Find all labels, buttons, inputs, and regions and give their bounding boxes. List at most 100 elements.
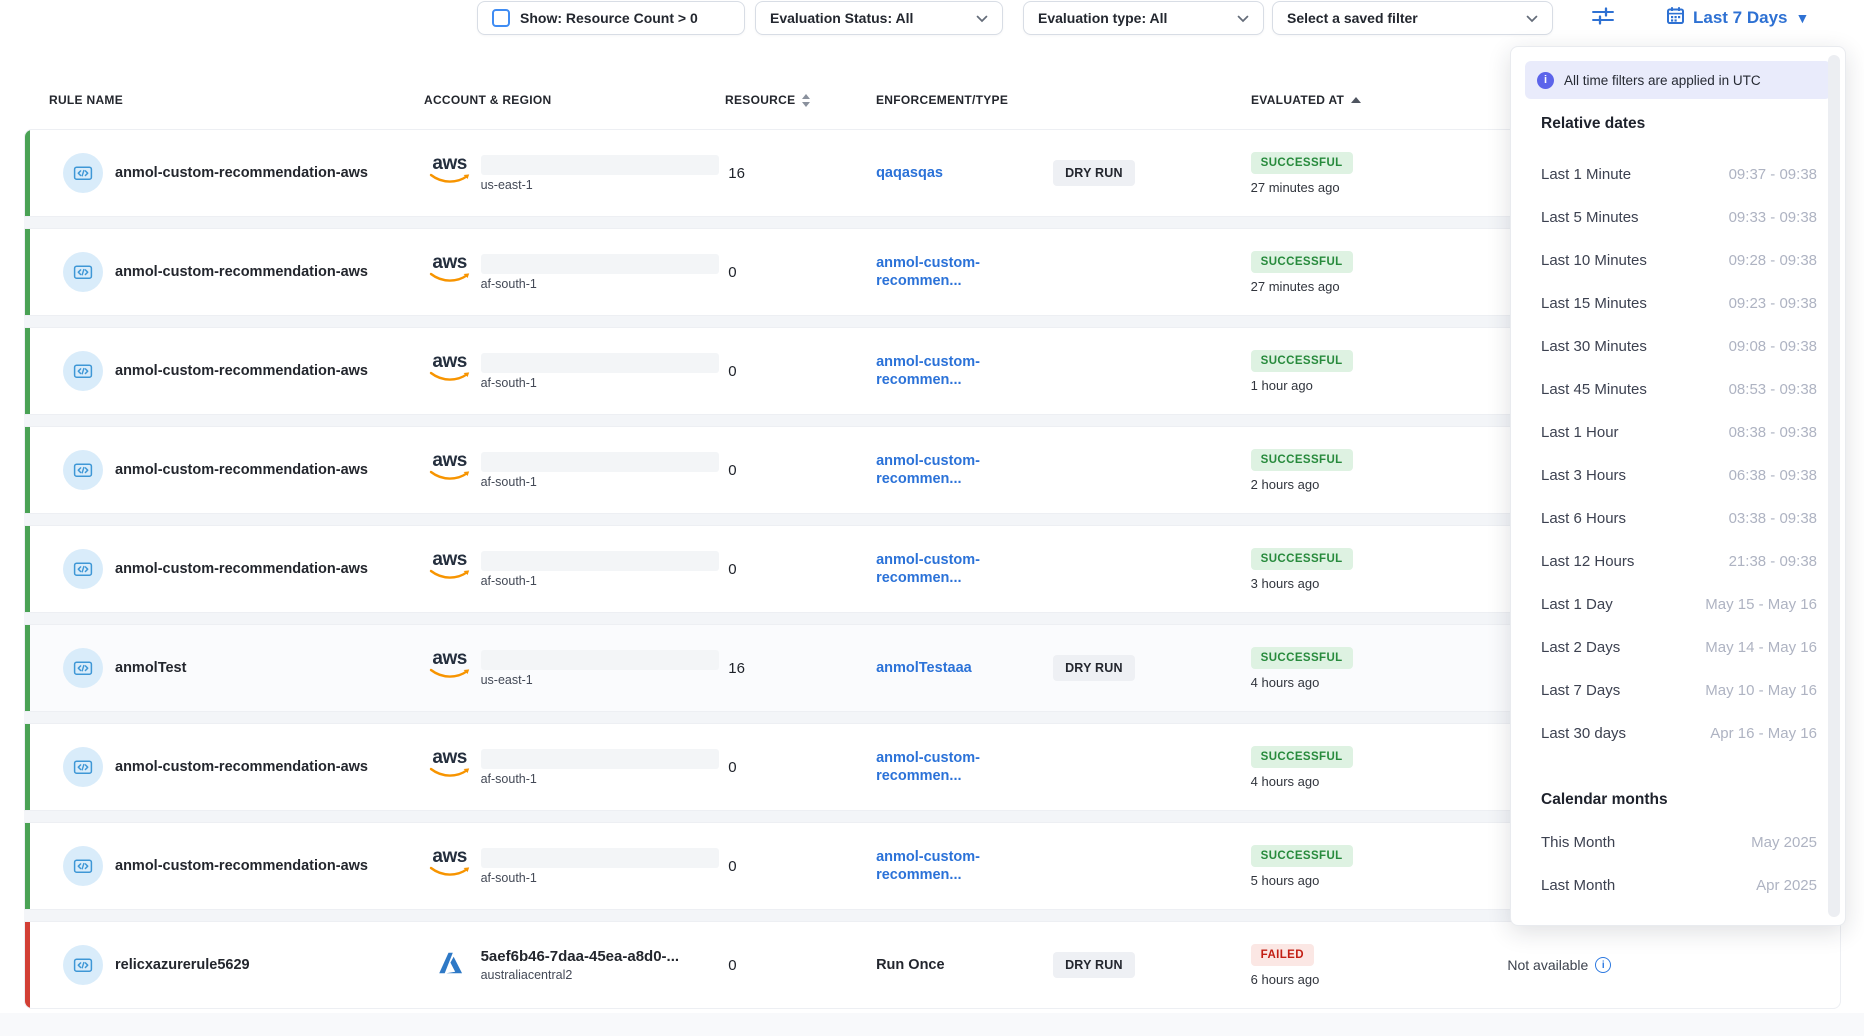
date-range-option[interactable]: Last 1 Day May 15 - May 16 (1511, 583, 1845, 626)
aws-logo-icon: aws (429, 154, 471, 185)
filter-toolbar: Show: Resource Count > 0 Evaluation Stat… (0, 0, 1864, 40)
rule-name: relicxazurerule5629 (115, 957, 250, 973)
option-value: Apr 2025 (1756, 877, 1817, 894)
date-range-option[interactable]: Last 15 Minutes 09:23 - 09:38 (1511, 282, 1845, 325)
aws-logo-icon: aws (429, 649, 471, 680)
column-resource[interactable]: RESOURCE (725, 93, 876, 107)
date-range-option[interactable]: This Month May 2025 (1511, 821, 1845, 864)
option-value: 06:38 - 09:38 (1729, 467, 1817, 484)
scrollbar-track[interactable] (1828, 55, 1840, 917)
saved-filter-select[interactable]: Select a saved filter (1272, 1, 1553, 35)
chevron-down-icon (1237, 10, 1249, 26)
date-range-option[interactable]: Last 30 Minutes 09:08 - 09:38 (1511, 325, 1845, 368)
account-redacted-bar (481, 155, 719, 175)
option-value: 03:38 - 09:38 (1729, 510, 1817, 527)
status-stripe (25, 229, 30, 315)
option-label: Last 2 Days (1541, 639, 1620, 656)
option-label: Last 30 days (1541, 725, 1626, 742)
aws-logo-icon: aws (429, 451, 471, 482)
rule-name: anmol-custom-recommendation-aws (115, 561, 368, 577)
enforcement-link[interactable]: anmol-custom-recommen... (876, 750, 980, 784)
account-redacted-bar (481, 452, 719, 472)
option-value: 21:38 - 09:38 (1729, 553, 1817, 570)
option-value: May 15 - May 16 (1705, 596, 1817, 613)
column-rule-name: RULE NAME (24, 93, 424, 107)
info-icon[interactable]: i (1595, 957, 1611, 973)
rule-icon (63, 252, 103, 292)
option-label: Last 30 Minutes (1541, 338, 1647, 355)
status-badge: SUCCESSFUL (1251, 548, 1353, 570)
status-badge: SUCCESSFUL (1251, 647, 1353, 669)
date-range-option[interactable]: Last 6 Hours 03:38 - 09:38 (1511, 497, 1845, 540)
status-stripe (25, 526, 30, 612)
enforcement-link[interactable]: anmol-custom-recommen... (876, 849, 980, 883)
option-label: Last Month (1541, 877, 1615, 894)
enforcement-link: Run Once (876, 957, 944, 973)
resource-count: 0 (728, 363, 736, 380)
date-range-menu: i All time filters are applied in UTC Re… (1510, 46, 1846, 926)
region-label: us-east-1 (481, 178, 719, 192)
date-range-option[interactable]: Last 5 Minutes 09:33 - 09:38 (1511, 196, 1845, 239)
enforcement-link[interactable]: anmol-custom-recommen... (876, 255, 980, 289)
option-label: Last 15 Minutes (1541, 295, 1647, 312)
date-range-option[interactable]: Last 1 Hour 08:38 - 09:38 (1511, 411, 1845, 454)
option-value: 09:28 - 09:38 (1729, 252, 1817, 269)
advanced-filters-button[interactable] (1588, 5, 1618, 31)
azure-logo-icon (436, 951, 464, 980)
relative-dates-heading: Relative dates (1541, 115, 1845, 137)
date-range-option[interactable]: Last 10 Minutes 09:28 - 09:38 (1511, 239, 1845, 282)
rule-name: anmolTest (115, 660, 186, 676)
status-stripe (25, 427, 30, 513)
option-value: Apr 16 - May 16 (1710, 725, 1817, 742)
date-range-option[interactable]: Last 3 Hours 06:38 - 09:38 (1511, 454, 1845, 497)
column-evaluated-at[interactable]: EVALUATED AT (1251, 93, 1508, 107)
resource-count: 16 (728, 165, 745, 182)
table-row[interactable]: relicxazurerule5629 aws (24, 921, 1841, 1009)
date-range-option[interactable]: Last Month Apr 2025 (1511, 864, 1845, 907)
evaluation-type-select[interactable]: Evaluation type: All (1023, 1, 1264, 35)
date-range-option[interactable]: Last 7 Days May 10 - May 16 (1511, 669, 1845, 712)
date-range-option[interactable]: Last 45 Minutes 08:53 - 09:38 (1511, 368, 1845, 411)
resource-count-checkbox[interactable] (492, 9, 510, 27)
enforcement-link[interactable]: anmol-custom-recommen... (876, 453, 980, 487)
status-stripe (25, 922, 30, 1008)
evaluated-time: 27 minutes ago (1251, 180, 1340, 195)
date-range-option[interactable]: Last 30 days Apr 16 - May 16 (1511, 712, 1845, 755)
rule-name: anmol-custom-recommendation-aws (115, 264, 368, 280)
evaluated-time: 6 hours ago (1251, 972, 1320, 987)
date-range-option[interactable]: Last 12 Hours 21:38 - 09:38 (1511, 540, 1845, 583)
evaluation-status-select[interactable]: Evaluation Status: All (755, 1, 1003, 35)
region-label: af-south-1 (481, 574, 719, 588)
date-range-option[interactable]: Last 1 Minute 09:37 - 09:38 (1511, 153, 1845, 196)
option-value: 08:53 - 09:38 (1729, 381, 1817, 398)
date-range-button[interactable]: Last 7 Days ▼ (1666, 3, 1809, 33)
option-value: 09:33 - 09:38 (1729, 209, 1817, 226)
region-label: af-south-1 (481, 376, 719, 390)
rule-name: anmol-custom-recommendation-aws (115, 858, 368, 874)
option-label: Last 6 Hours (1541, 510, 1626, 527)
date-range-option[interactable]: Last 2 Days May 14 - May 16 (1511, 626, 1845, 669)
enforcement-link[interactable]: anmolTestaaa (876, 660, 972, 676)
sort-ascending-icon (1351, 97, 1361, 103)
account-redacted-bar (481, 749, 719, 769)
resource-count: 0 (728, 561, 736, 578)
option-label: Last 45 Minutes (1541, 381, 1647, 398)
evaluated-time: 27 minutes ago (1251, 279, 1340, 294)
rule-icon (63, 549, 103, 589)
date-range-label: Last 7 Days (1693, 8, 1788, 28)
enforcement-link[interactable]: anmol-custom-recommen... (876, 354, 980, 388)
aws-logo-icon: aws (429, 352, 471, 383)
evaluated-time: 3 hours ago (1251, 576, 1320, 591)
evaluated-time: 2 hours ago (1251, 477, 1320, 492)
enforcement-link[interactable]: anmol-custom-recommen... (876, 552, 980, 586)
resource-count-filter[interactable]: Show: Resource Count > 0 (477, 1, 745, 35)
rule-icon (63, 846, 103, 886)
option-label: Last 1 Hour (1541, 424, 1619, 441)
option-value: May 2025 (1751, 834, 1817, 851)
chevron-down-icon (1526, 10, 1538, 26)
sort-both-icon[interactable] (802, 94, 810, 107)
resource-count-label: Show: Resource Count > 0 (520, 10, 698, 26)
option-value: May 10 - May 16 (1705, 682, 1817, 699)
enforcement-link[interactable]: qaqasqas (876, 165, 943, 181)
evaluation-type-label: Evaluation type: All (1038, 10, 1167, 26)
